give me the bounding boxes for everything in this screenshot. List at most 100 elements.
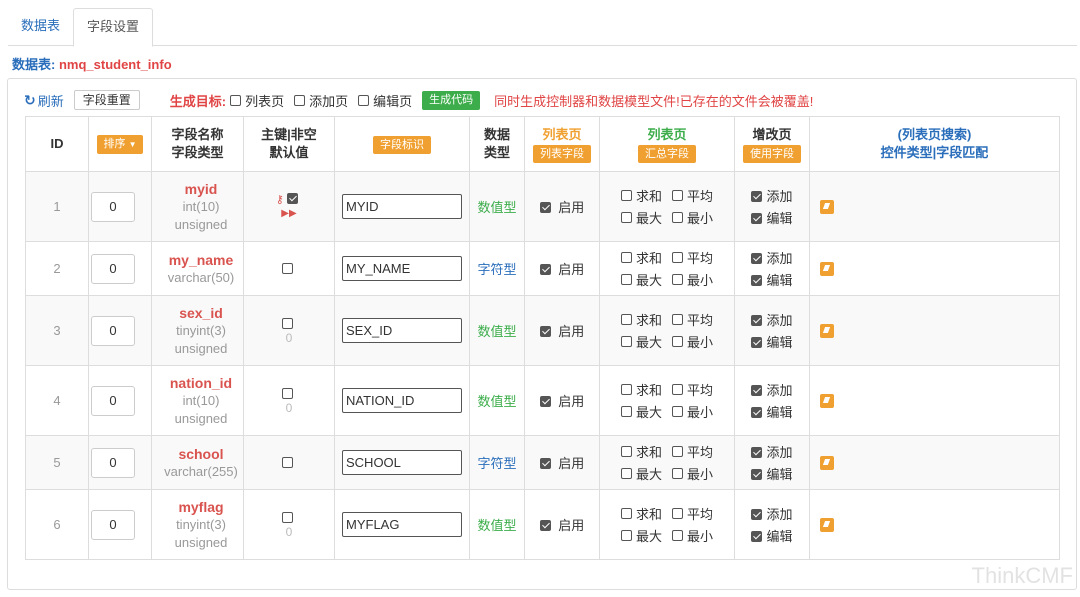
tab-data-table[interactable]: 数据表 [8, 8, 73, 46]
checkbox-icon[interactable] [620, 252, 632, 263]
col-search-line2: 控件类型|字段匹配 [880, 145, 989, 160]
sort-input[interactable]: 0 [91, 447, 135, 478]
checkbox-icon[interactable] [751, 447, 763, 458]
brand-watermark: ThinkCMF [971, 563, 1073, 588]
checkbox-icon[interactable] [539, 520, 551, 531]
checkbox-icon[interactable] [751, 531, 763, 542]
field-type: varchar(255) [164, 463, 238, 479]
checkbox-icon[interactable] [751, 407, 763, 418]
generate-code-button[interactable]: 生成代码 [422, 90, 481, 110]
edit-icon[interactable] [820, 200, 834, 215]
row-edit-cell: 添加 编辑 [734, 435, 810, 490]
auto-increment-icon: ▶▶ [281, 208, 297, 219]
checkbox-icon[interactable] [672, 384, 683, 395]
checkbox-icon[interactable] [358, 94, 370, 106]
checkbox-icon[interactable] [620, 406, 632, 417]
edit-icon[interactable] [820, 324, 834, 339]
checkbox-icon[interactable] [620, 446, 632, 457]
target-add-page[interactable]: 添加页 [294, 91, 348, 110]
ident-input[interactable]: SEX_ID [342, 318, 462, 343]
row-id: 2 [25, 241, 89, 296]
checkbox-icon[interactable] [751, 385, 763, 396]
checkbox-icon[interactable] [539, 458, 551, 469]
checkbox-icon[interactable] [672, 252, 683, 263]
checkbox-icon[interactable] [287, 193, 299, 204]
checkbox-icon[interactable] [751, 253, 763, 264]
table-title-value: nmq_student_info [58, 57, 172, 72]
avg-label: 平均 [687, 383, 714, 398]
edit-icon[interactable] [820, 262, 834, 277]
edit-label: 编辑 [766, 529, 793, 544]
edit-icon[interactable] [820, 518, 834, 533]
col-sort[interactable]: 排序 ▼ [88, 116, 152, 172]
sort-input[interactable]: 0 [91, 385, 135, 416]
field-name: myflag [178, 498, 224, 515]
agg-field-badge[interactable]: 汇总字段 [638, 144, 696, 163]
checkbox-icon[interactable] [672, 274, 683, 285]
checkbox-icon[interactable] [751, 469, 763, 480]
edit-icon[interactable] [820, 456, 834, 471]
checkbox-icon[interactable] [751, 337, 763, 348]
checkbox-icon[interactable] [230, 94, 242, 106]
sort-input[interactable]: 0 [91, 191, 135, 222]
ident-input[interactable]: MY_NAME [342, 256, 462, 281]
sort-input[interactable]: 0 [91, 253, 135, 284]
checkbox-icon[interactable] [620, 212, 632, 223]
sort-badge[interactable]: 排序 ▼ [96, 135, 144, 154]
checkbox-icon[interactable] [539, 396, 551, 407]
checkbox-icon[interactable] [672, 190, 683, 201]
checkbox-icon[interactable] [620, 530, 632, 541]
col-field-name-line1: 字段名称 [171, 127, 224, 142]
refresh-button[interactable]: ↻ 刷新 [24, 91, 64, 110]
target-list-page[interactable]: 列表页 [230, 91, 284, 110]
max-label: 最大 [635, 211, 662, 226]
checkbox-icon[interactable] [751, 275, 763, 286]
checkbox-icon[interactable] [539, 202, 551, 213]
checkbox-icon[interactable] [751, 213, 763, 224]
checkbox-icon[interactable] [672, 508, 683, 519]
checkbox-icon[interactable] [751, 315, 763, 326]
checkbox-icon[interactable] [281, 317, 293, 329]
checkbox-icon[interactable] [620, 190, 632, 201]
checkbox-icon[interactable] [281, 387, 293, 399]
checkbox-icon[interactable] [620, 314, 632, 325]
checkbox-icon[interactable] [620, 336, 632, 347]
checkbox-icon[interactable] [620, 468, 632, 479]
target-edit-page[interactable]: 编辑页 [358, 91, 412, 110]
checkbox-icon[interactable] [751, 509, 763, 520]
checkbox-icon[interactable] [281, 456, 293, 468]
row-search-cell [809, 171, 1060, 242]
checkbox-icon[interactable] [620, 274, 632, 285]
checkbox-icon[interactable] [281, 511, 293, 523]
ident-input[interactable]: NATION_ID [342, 388, 462, 413]
checkbox-icon[interactable] [620, 508, 632, 519]
checkbox-icon[interactable] [294, 94, 306, 106]
checkbox-icon[interactable] [672, 336, 683, 347]
tab-field-settings[interactable]: 字段设置 [73, 8, 154, 47]
data-type: 字符型 [469, 435, 525, 490]
edit-icon[interactable] [820, 394, 834, 409]
table-row: 3 0 sex_id tinyint(3) unsigned 0 SEX_ID 数值型 启用求… [25, 295, 1060, 366]
ident-input[interactable]: MYFLAG [342, 512, 462, 537]
field-type: int(10) [182, 392, 220, 408]
sort-input[interactable]: 0 [91, 509, 135, 540]
checkbox-icon[interactable] [751, 191, 763, 202]
use-field-badge[interactable]: 使用字段 [743, 144, 801, 163]
checkbox-icon[interactable] [672, 314, 683, 325]
checkbox-icon[interactable] [672, 530, 683, 541]
checkbox-icon[interactable] [672, 468, 683, 479]
list-field-badge[interactable]: 列表字段 [533, 144, 591, 163]
checkbox-icon[interactable] [539, 264, 551, 275]
ident-input[interactable]: SCHOOL [342, 450, 462, 475]
checkbox-icon[interactable] [281, 262, 293, 274]
checkbox-icon[interactable] [672, 406, 683, 417]
caret-down-icon: ▼ [128, 140, 137, 149]
checkbox-icon[interactable] [539, 326, 551, 337]
ident-input[interactable]: MYID [342, 194, 462, 219]
ident-badge[interactable]: 字段标识 [373, 135, 431, 154]
checkbox-icon[interactable] [620, 384, 632, 395]
checkbox-icon[interactable] [672, 212, 683, 223]
checkbox-icon[interactable] [672, 446, 683, 457]
sort-input[interactable]: 0 [91, 315, 135, 346]
reset-fields-button[interactable]: 字段重置 [73, 90, 140, 110]
